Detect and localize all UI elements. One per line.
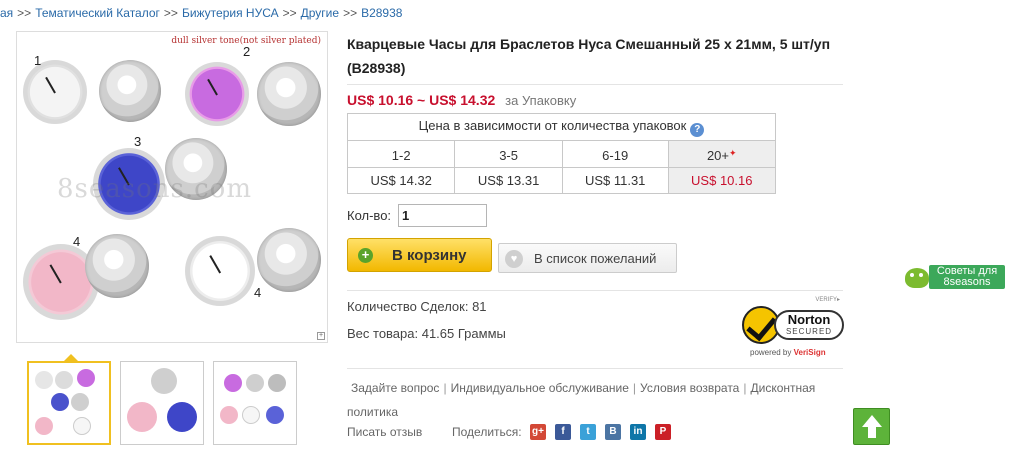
norton-powered-by: powered by VeriSign: [750, 348, 826, 357]
ask-question-link[interactable]: Задайте вопрос: [347, 381, 443, 395]
google-plus-icon[interactable]: g+: [530, 424, 546, 440]
price-range: US$ 10.16 ~ US$ 14.32: [347, 92, 496, 108]
image-label: 2: [243, 44, 251, 59]
tier-header-label: Цена в зависимости от количества упаково…: [418, 117, 687, 133]
norton-verify: VERIFY▸: [815, 297, 840, 303]
tips-line-2: 8seasons: [943, 276, 991, 288]
breadcrumb-separator: >>: [163, 6, 178, 20]
image-label: 3: [134, 134, 142, 149]
watch-gray: [23, 60, 87, 124]
breadcrumb-separator: >>: [343, 6, 358, 20]
facebook-icon[interactable]: f: [555, 424, 571, 440]
price-unit: за Упаковку: [505, 93, 577, 108]
breadcrumb-home[interactable]: ая: [0, 6, 13, 20]
snap-button: [257, 62, 321, 126]
add-to-cart-button[interactable]: + В корзину: [347, 238, 492, 272]
thumbnail-2[interactable]: [120, 361, 204, 445]
breadcrumb-nusa-jewelry[interactable]: Бижутерия НУСА: [182, 6, 279, 20]
tier-price-best: US$ 10.16: [667, 167, 777, 194]
wishlist-label: В список пожеланий: [534, 251, 657, 266]
deals-count: Количество Сделок: 81: [347, 299, 487, 314]
norton-secured: SECURED: [785, 327, 833, 336]
tips-widget[interactable]: Советы для 8seasons: [905, 265, 1005, 289]
personal-service-link[interactable]: Индивидуальное обслуживание: [447, 381, 633, 395]
write-review-link[interactable]: Писать отзыв: [347, 425, 422, 439]
tier-qty: 3-5: [454, 140, 563, 168]
snap-button: [257, 228, 321, 292]
snap-button: [85, 234, 149, 298]
tier-price: US$ 13.31: [454, 167, 563, 194]
divider: [347, 290, 843, 291]
image-label: 4: [73, 234, 81, 249]
image-label: 1: [34, 53, 42, 68]
frog-mascot-icon: [905, 268, 929, 288]
thumbnail-1[interactable]: [27, 361, 111, 445]
heart-icon: ♥: [505, 250, 523, 268]
breadcrumb-catalog[interactable]: Тематический Каталог: [35, 6, 160, 20]
plus-icon: +: [358, 248, 373, 263]
share-label: Поделиться:: [452, 425, 522, 439]
norton-pill: Norton SECURED: [774, 310, 844, 340]
tier-table-header: Цена в зависимости от количества упаково…: [347, 113, 776, 141]
back-to-top-button[interactable]: [853, 408, 890, 445]
image-label: 4: [254, 285, 262, 300]
watch-pink: [185, 62, 249, 126]
tier-qty: 6-19: [561, 140, 669, 168]
tier-price: US$ 11.31: [561, 167, 669, 194]
add-to-wishlist-button[interactable]: ♥ В список пожеланий: [498, 243, 677, 273]
price-tier-table: Цена в зависимости от количества упаково…: [346, 113, 777, 194]
quantity-label: Кол-во:: [347, 208, 392, 223]
pinterest-icon[interactable]: P: [655, 424, 671, 440]
tier-price: US$ 14.32: [346, 167, 456, 194]
norton-secured-badge[interactable]: VERIFY▸ Norton SECURED powered by VeriSi…: [740, 296, 846, 360]
watch-white: [185, 236, 255, 306]
thumbnail-3[interactable]: [213, 361, 297, 445]
price-line: US$ 10.16 ~ US$ 14.32 за Упаковку: [347, 92, 576, 108]
vkontakte-icon[interactable]: B: [605, 424, 621, 440]
linkedin-icon[interactable]: in: [630, 424, 646, 440]
divider: [347, 368, 843, 369]
snap-button: [99, 60, 161, 122]
breadcrumb-separator: >>: [282, 6, 297, 20]
watermark: 8seasons.com: [57, 174, 252, 204]
breadcrumb: ая >> Тематический Каталог >> Бижутерия НУСА…: [0, 6, 402, 20]
breadcrumb-separator: >>: [17, 6, 32, 20]
zoom-icon[interactable]: +: [317, 332, 325, 340]
tier-qty: 1-2: [346, 140, 456, 168]
breadcrumb-sku[interactable]: B28938: [361, 6, 402, 20]
divider: [347, 84, 843, 85]
product-main-image[interactable]: dull silver tone(not silver plated) 1 2 …: [16, 31, 328, 343]
product-weight: Вес товара: 41.65 Граммы: [347, 326, 506, 341]
service-links: Задайте вопрос | Индивидуальное обслуживан…: [347, 381, 816, 419]
product-title: Кварцевые Часы для Браслетов Нуса Смешан…: [347, 36, 831, 76]
tier-qty-label: 20+: [706, 147, 730, 163]
quantity-input[interactable]: [398, 204, 487, 227]
best-price-mark-icon: ✦: [729, 147, 737, 158]
add-to-cart-label: В корзину: [392, 247, 467, 264]
tips-label: Советы для 8seasons: [929, 265, 1005, 289]
thumb-selected-arrow-icon: [64, 354, 78, 361]
norton-brand: Norton: [787, 312, 831, 327]
help-icon[interactable]: ?: [690, 122, 705, 137]
tier-qty-highlight: 20+✦: [667, 140, 777, 168]
twitter-icon[interactable]: t: [580, 424, 596, 440]
breadcrumb-other[interactable]: Другие: [301, 6, 339, 20]
return-policy-link[interactable]: Условия возврата: [636, 381, 743, 395]
